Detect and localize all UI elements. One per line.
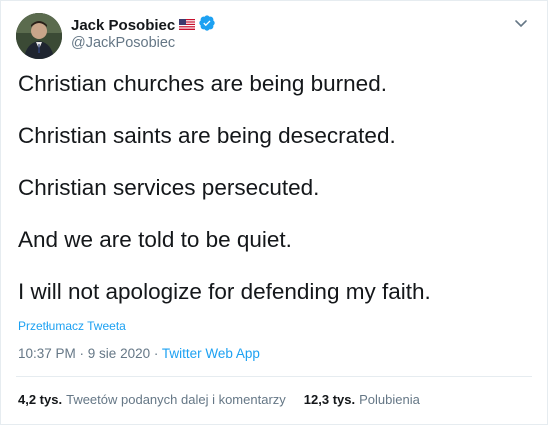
tweet-stats: 4,2 tys. Tweetów podanych dalej i komenta… [18,392,420,407]
tweet-source-app[interactable]: Twitter Web App [162,346,260,361]
tweet-line: Christian saints are being desecrated. [18,123,396,148]
verified-badge-icon [199,15,215,35]
retweets-stat[interactable]: 4,2 tys. Tweetów podanych dalej i komenta… [18,392,286,407]
tweet-card: Jack Posobiec @JackPosobiec Christian ch… [0,0,548,425]
tweet-text: Christian churches are being burned. Chr… [18,71,528,331]
meta-separator: · [150,346,162,361]
likes-label: Polubienia [359,392,420,407]
tweet-line: Christian services persecuted. [18,175,320,200]
tweet-line: Christian churches are being burned. [18,71,387,96]
author-handle[interactable]: @JackPosobiec [71,35,175,51]
translate-tweet-link[interactable]: Przetłumacz Tweeta [18,319,126,333]
author-name-row[interactable]: Jack Posobiec [71,15,215,35]
tweet-date[interactable]: 9 sie 2020 [88,346,150,361]
retweets-label: Tweetów podanych dalej i komentarzy [66,392,286,407]
avatar[interactable] [16,13,62,59]
retweets-count: 4,2 tys. [18,392,63,407]
tweet-line: And we are told to be quiet. [18,227,292,252]
tweet-meta: 10:37 PM · 9 sie 2020 · Twitter Web App [18,346,260,361]
author-name[interactable]: Jack Posobiec [71,17,175,34]
likes-count: 12,3 tys. [303,392,356,407]
divider [16,376,532,377]
likes-stat[interactable]: 12,3 tys. Polubienia [304,392,420,407]
meta-separator: · [75,346,88,361]
tweet-line: I will not apologize for defending my fa… [18,279,431,304]
tweet-time[interactable]: 10:37 PM [18,346,76,361]
us-flag-icon [179,17,196,34]
chevron-down-icon[interactable] [513,17,529,29]
